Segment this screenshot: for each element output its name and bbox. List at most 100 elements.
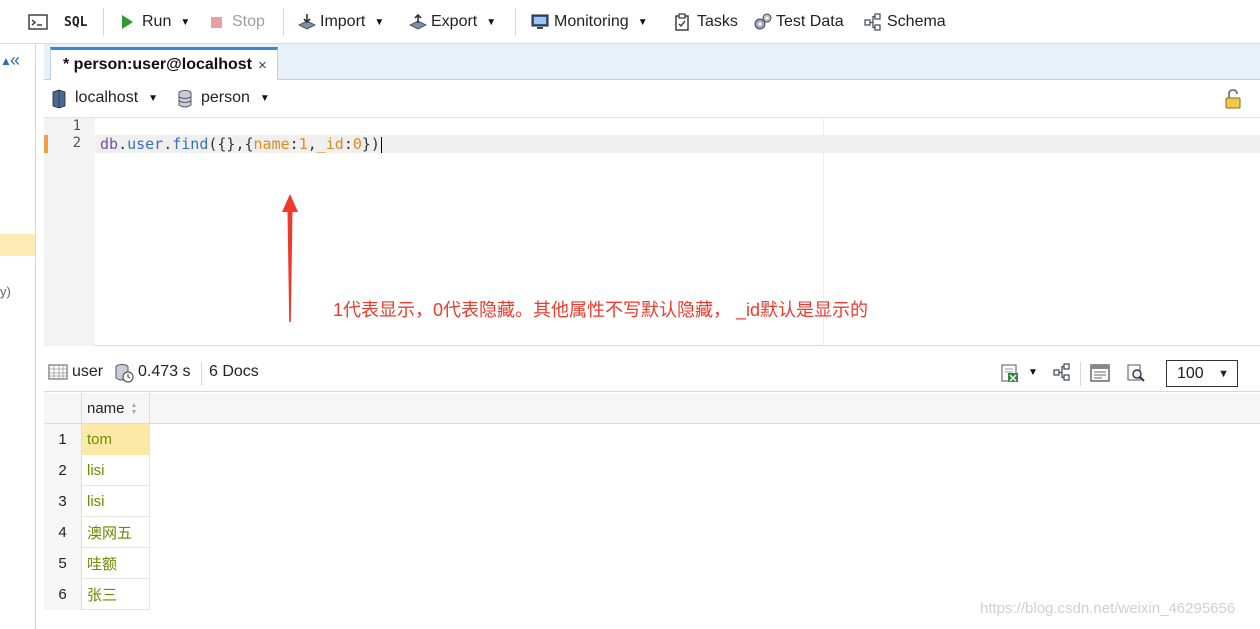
- table-cell-name[interactable]: tom: [82, 424, 150, 455]
- row-number: 2: [44, 455, 82, 486]
- collapse-panel-icon[interactable]: «: [10, 50, 20, 71]
- table-row[interactable]: 2 lisi: [44, 455, 150, 486]
- run-label: Run: [142, 13, 172, 30]
- import-button[interactable]: Import ▼: [297, 8, 384, 36]
- sort-icon[interactable]: ▲ ▼: [131, 402, 138, 416]
- schema-icon: [864, 13, 882, 31]
- table-view-icon[interactable]: [48, 363, 68, 381]
- row-number: 1: [44, 424, 82, 455]
- code-comma: ,: [307, 135, 317, 153]
- stop-button[interactable]: Stop: [209, 8, 265, 36]
- result-collection: user: [48, 363, 103, 381]
- chevron-down-icon: ▼: [1218, 367, 1229, 380]
- column-header-label: name: [87, 400, 125, 417]
- tasks-button[interactable]: Tasks: [674, 8, 738, 36]
- code-method: find: [172, 135, 209, 153]
- result-divider: [201, 362, 202, 386]
- row-number: 5: [44, 548, 82, 579]
- monitoring-label: Monitoring: [554, 13, 629, 30]
- import-icon: [297, 13, 316, 31]
- magnifier-doc-icon: [1126, 363, 1145, 382]
- panel-edge-marker: ▲: [0, 54, 12, 68]
- code-dot: .: [163, 135, 173, 153]
- table-row[interactable]: 1 tom: [44, 424, 150, 455]
- table-row[interactable]: 3 lisi: [44, 486, 150, 517]
- table-cell-name[interactable]: 张三: [82, 579, 150, 610]
- close-icon[interactable]: ×: [258, 57, 267, 74]
- modified-line-marker: [44, 135, 48, 153]
- annotation-note: 1代表显示，0代表隐藏。其他属性不写默认隐藏， _id默认是显示的: [333, 300, 869, 320]
- left-collapsed-panel: ▲ « y): [0, 44, 36, 629]
- export-results-button[interactable]: ▼: [1000, 363, 1038, 382]
- line-number: 2: [72, 135, 81, 151]
- connection-bar: localhost ▼ person ▼: [44, 80, 1260, 118]
- test-data-button[interactable]: Test Data: [753, 8, 844, 36]
- tree-view-button[interactable]: [1053, 363, 1071, 381]
- toolbar-divider: [515, 8, 516, 36]
- page-size-select[interactable]: 100 ▼: [1166, 360, 1238, 387]
- run-button[interactable]: Run ▼: [119, 8, 190, 36]
- server-selector[interactable]: localhost ▼: [51, 89, 158, 109]
- tasks-label: Tasks: [697, 13, 738, 30]
- shell-button[interactable]: [28, 8, 48, 36]
- line-number-gutter: 1 2: [44, 118, 95, 346]
- code-db: db: [100, 135, 119, 153]
- toolbar-divider: [103, 8, 104, 36]
- selected-tree-item[interactable]: [0, 234, 35, 256]
- chevron-down-icon[interactable]: ▼: [374, 17, 384, 28]
- table-row[interactable]: 6 张三: [44, 579, 150, 610]
- table-row[interactable]: 5 哇额: [44, 548, 150, 579]
- table-row[interactable]: 4 澳网五: [44, 517, 150, 548]
- export-icon: [408, 13, 427, 31]
- row-number: 3: [44, 486, 82, 517]
- docs-count: 6 Docs: [209, 363, 259, 381]
- code-args-close: }): [361, 135, 380, 153]
- export-button[interactable]: Export ▼: [408, 8, 496, 36]
- watermark-text: https://blog.csdn.net/weixin_46295656: [980, 600, 1236, 617]
- row-number-header[interactable]: [44, 393, 82, 424]
- code-collection: user: [127, 135, 164, 153]
- code-key-name: name: [253, 135, 290, 153]
- find-in-results-button[interactable]: [1126, 363, 1145, 382]
- gears-icon: [753, 13, 772, 31]
- table-cell-name[interactable]: lisi: [82, 486, 150, 517]
- row-number: 6: [44, 579, 82, 610]
- database-label: person: [201, 89, 250, 106]
- sql-button[interactable]: SQL: [64, 8, 87, 36]
- export-label: Export: [431, 13, 478, 30]
- clipboard-icon: [674, 13, 692, 31]
- chevron-down-icon[interactable]: ▼: [180, 17, 190, 28]
- play-icon: [119, 13, 137, 31]
- database-selector[interactable]: person ▼: [177, 89, 270, 108]
- lock-button[interactable]: [1224, 89, 1242, 109]
- lock-icon: [1224, 89, 1242, 109]
- tab-person-user[interactable]: * person:user@localhost ×: [50, 47, 278, 80]
- chevron-down-icon[interactable]: ▼: [486, 17, 496, 28]
- schema-label: Schema: [887, 13, 946, 30]
- query-code-line[interactable]: db.user.find({},{name:1,_id:0}): [100, 135, 382, 153]
- table-cell-name[interactable]: 哇额: [82, 548, 150, 579]
- table-cell-name[interactable]: lisi: [82, 455, 150, 486]
- monitoring-button[interactable]: Monitoring ▼: [531, 8, 648, 36]
- code-value-1: 1: [298, 135, 308, 153]
- code-value-0: 0: [352, 135, 362, 153]
- main-toolbar: SQL Run ▼ Stop Import ▼ Export ▼ Monitor…: [0, 0, 1260, 44]
- code-colon: :: [343, 135, 353, 153]
- column-header-name[interactable]: name ▲ ▼: [82, 393, 150, 424]
- table-cell-name[interactable]: 澳网五: [82, 517, 150, 548]
- chevron-down-icon[interactable]: ▼: [638, 17, 648, 28]
- result-collection-label: user: [72, 363, 104, 380]
- page-size-value: 100: [1177, 364, 1204, 382]
- line-number: 1: [72, 118, 81, 134]
- sql-label: SQL: [64, 14, 88, 30]
- tab-label: * person:user@localhost: [63, 56, 252, 73]
- query-editor[interactable]: 1 2 db.user.find({},{name:1,_id:0}) 1代表显…: [44, 118, 1260, 346]
- code-key-id: _id: [316, 135, 344, 153]
- chevron-down-icon[interactable]: ▼: [1028, 367, 1038, 378]
- schema-button[interactable]: Schema: [864, 8, 946, 36]
- query-time-label: 0.473 s: [138, 363, 191, 380]
- server-icon: [51, 89, 69, 109]
- terminal-icon: [28, 13, 48, 31]
- explain-button[interactable]: [1090, 363, 1110, 382]
- code-args-open: ({},{: [208, 135, 254, 153]
